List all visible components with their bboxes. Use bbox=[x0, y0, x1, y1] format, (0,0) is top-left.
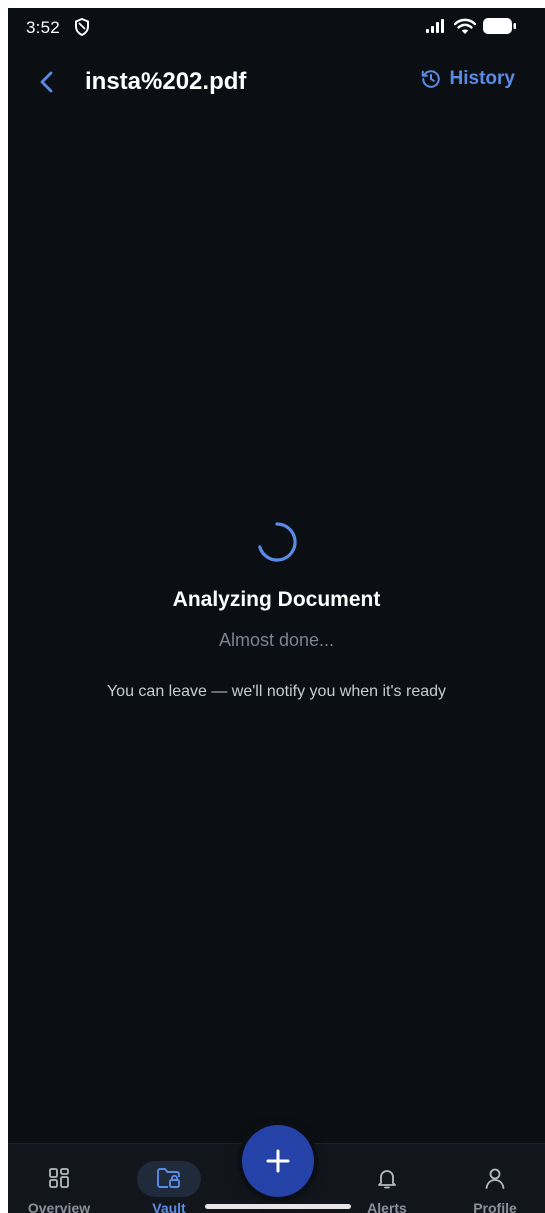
analysis-status: Analyzing Document Almost done... You ca… bbox=[8, 520, 545, 701]
add-document-button[interactable] bbox=[242, 1125, 314, 1197]
page-title: insta%202.pdf bbox=[85, 68, 247, 95]
back-button[interactable] bbox=[32, 66, 62, 98]
plus-icon bbox=[266, 1149, 290, 1173]
shield-icon bbox=[74, 17, 90, 41]
grid-icon bbox=[47, 1166, 71, 1195]
home-indicator[interactable] bbox=[205, 1204, 351, 1209]
analyzing-title: Analyzing Document bbox=[172, 588, 381, 611]
nav-item-overview[interactable]: Overview bbox=[14, 1144, 104, 1213]
history-button[interactable]: History bbox=[420, 68, 515, 90]
leave-notice: You can leave — we'll notify you when it… bbox=[106, 683, 447, 700]
nav-label-vault: Vault bbox=[152, 1200, 186, 1213]
user-icon bbox=[483, 1166, 507, 1195]
history-label: History bbox=[449, 68, 515, 89]
signal-icon bbox=[425, 18, 447, 39]
header: insta%202.pdf History bbox=[8, 58, 545, 106]
status-indicators bbox=[425, 17, 517, 40]
bell-icon bbox=[375, 1166, 399, 1195]
status-time: 3:52 bbox=[26, 18, 60, 37]
analyzing-subtitle: Almost done... bbox=[218, 630, 335, 650]
history-icon bbox=[421, 70, 440, 88]
app-screen: 3:52 insta%202.pdf History Analyzing Doc… bbox=[8, 8, 545, 1213]
folder-lock-icon bbox=[155, 1166, 183, 1195]
nav-label-alerts: Alerts bbox=[367, 1200, 407, 1213]
nav-item-profile[interactable]: Profile bbox=[450, 1144, 540, 1213]
loading-spinner-icon bbox=[257, 522, 297, 562]
nav-item-alerts[interactable]: Alerts bbox=[342, 1144, 432, 1213]
chevron-left-icon bbox=[40, 71, 53, 93]
nav-label-overview: Overview bbox=[27, 1200, 91, 1213]
status-bar: 3:52 bbox=[8, 8, 545, 50]
nav-item-vault[interactable]: Vault bbox=[124, 1144, 214, 1213]
wifi-icon bbox=[453, 18, 477, 40]
nav-label-profile: Profile bbox=[473, 1200, 517, 1213]
battery-icon bbox=[483, 17, 517, 40]
